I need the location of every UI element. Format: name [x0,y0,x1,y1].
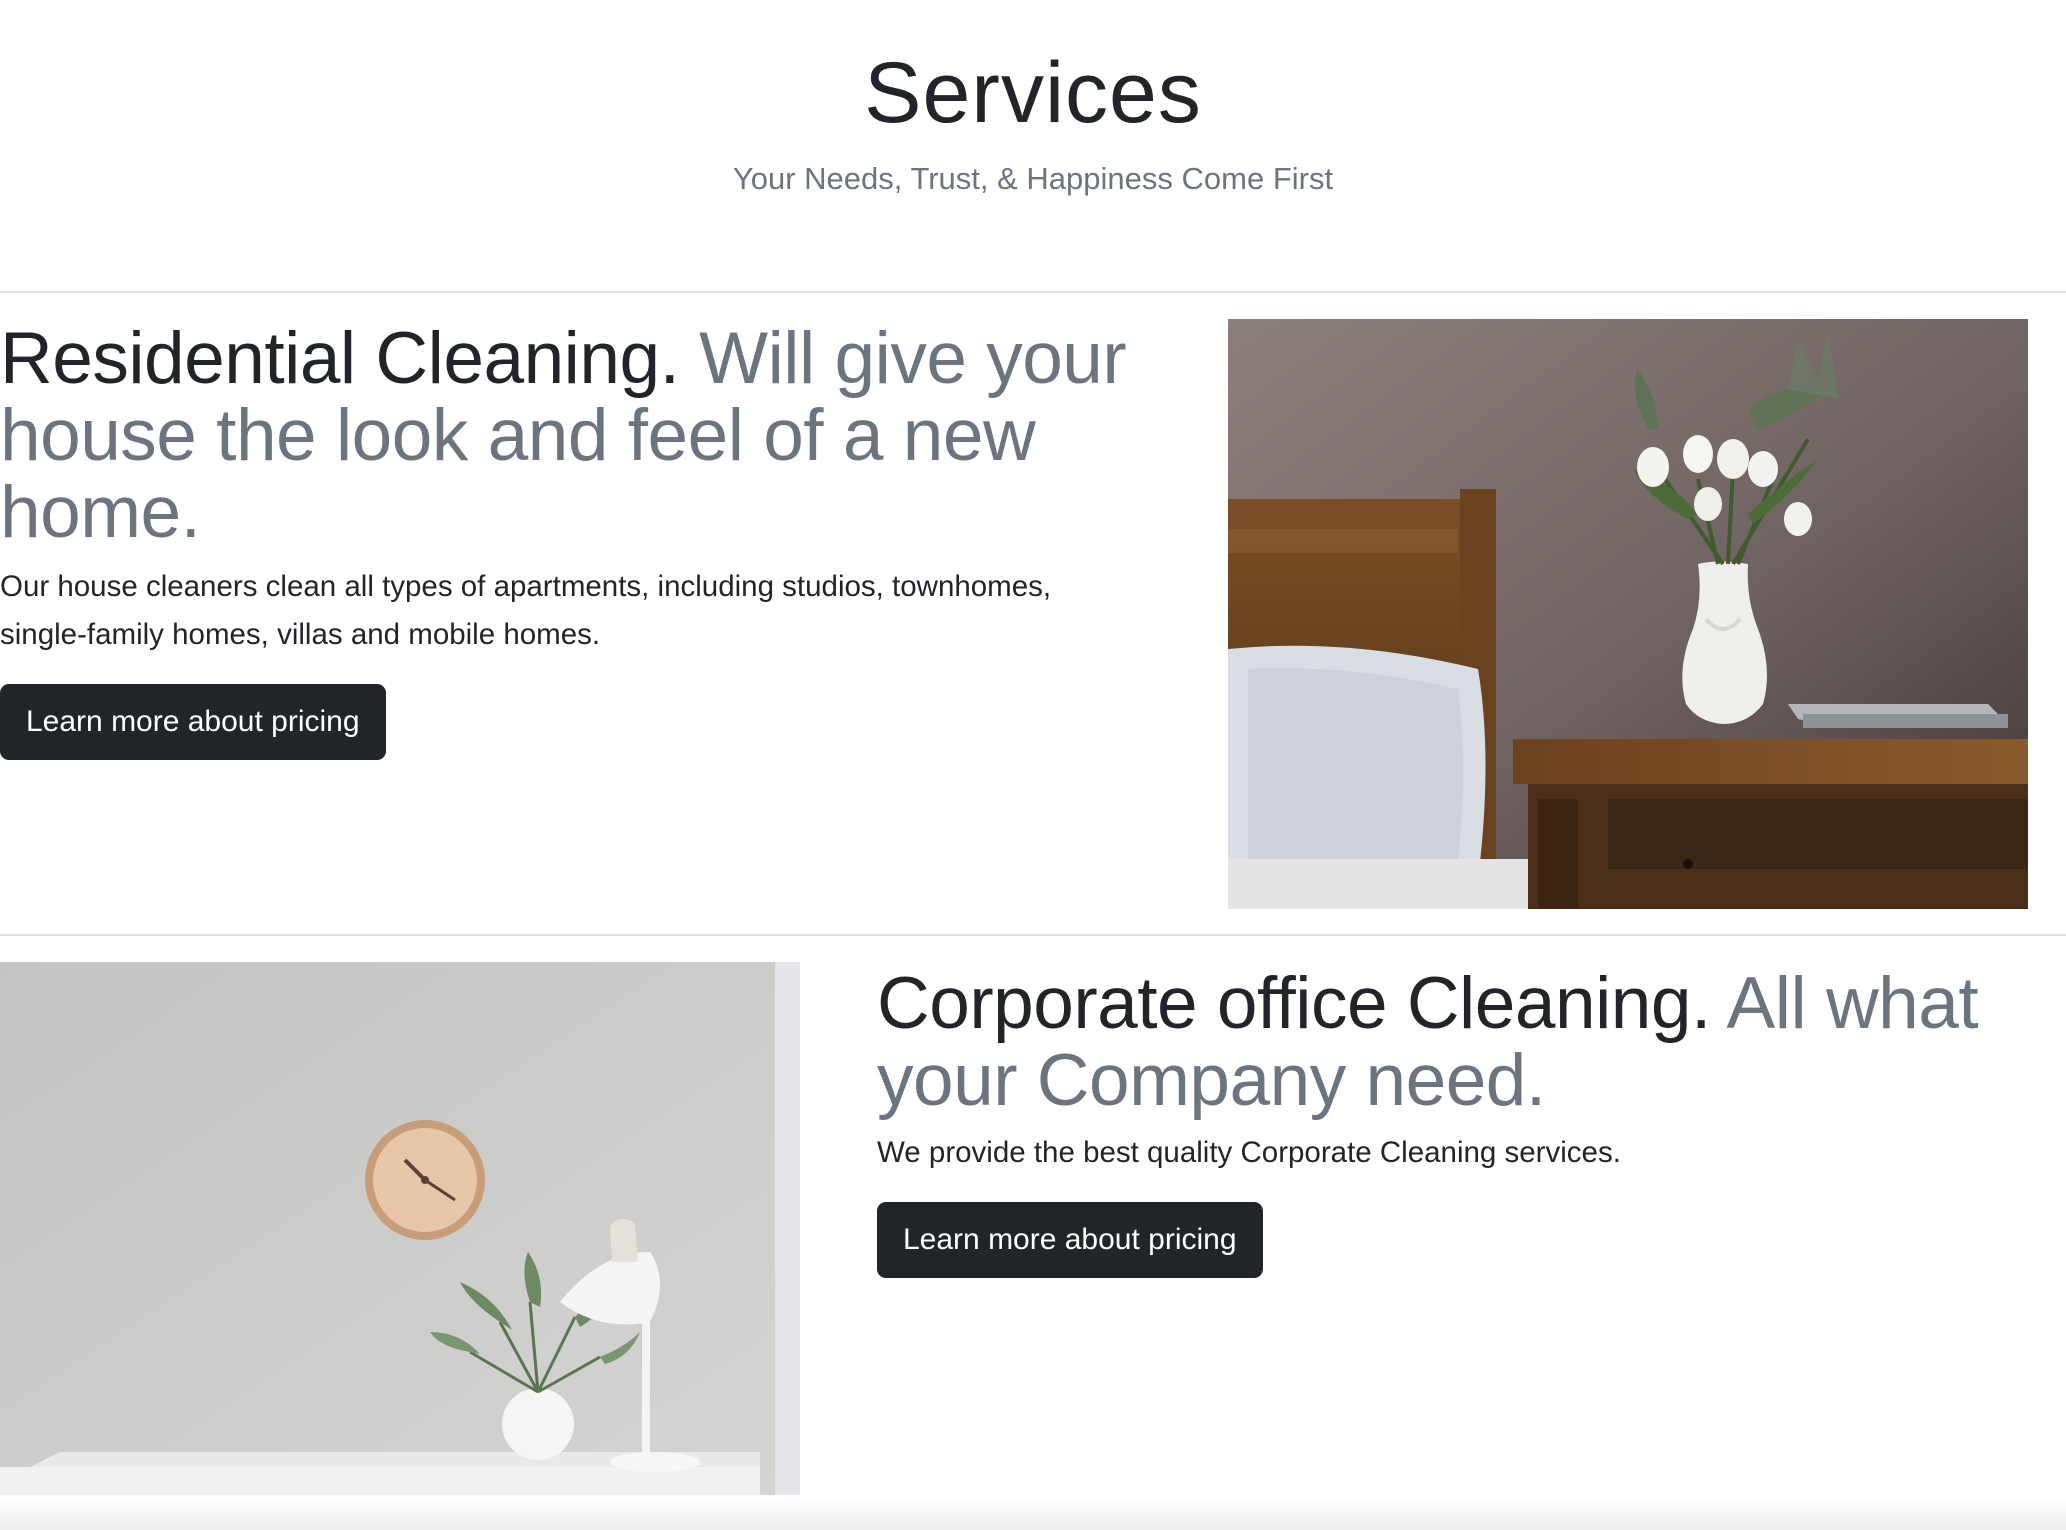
office-desk-clock-photo [0,962,800,1495]
section-divider [0,934,2066,936]
feature-heading-main: Residential Cleaning. [0,318,680,399]
section-divider [0,291,2066,293]
page-title: Services [864,45,1202,141]
feature-heading: Corporate office Cleaning. All what your… [877,965,2057,1119]
learn-more-pricing-button[interactable]: Learn more about pricing [877,1202,1263,1278]
feature-heading-main: Corporate office Cleaning. [877,963,1711,1044]
feature-description: Our house cleaners clean all types of ap… [0,570,1052,651]
page-subtitle: Your Needs, Trust, & Happiness Come Firs… [732,161,1334,196]
services-page: Services Your Needs, Trust, & Happiness … [0,0,2066,1530]
bedroom-nightstand-photo [1228,319,2028,909]
feature-description: We provide the best quality Corporate Cl… [877,1136,1621,1169]
learn-more-pricing-button[interactable]: Learn more about pricing [0,684,386,760]
page-bottom-edge [0,1495,2066,1530]
feature-heading: Residential Cleaning. Will give your hou… [0,320,1160,551]
